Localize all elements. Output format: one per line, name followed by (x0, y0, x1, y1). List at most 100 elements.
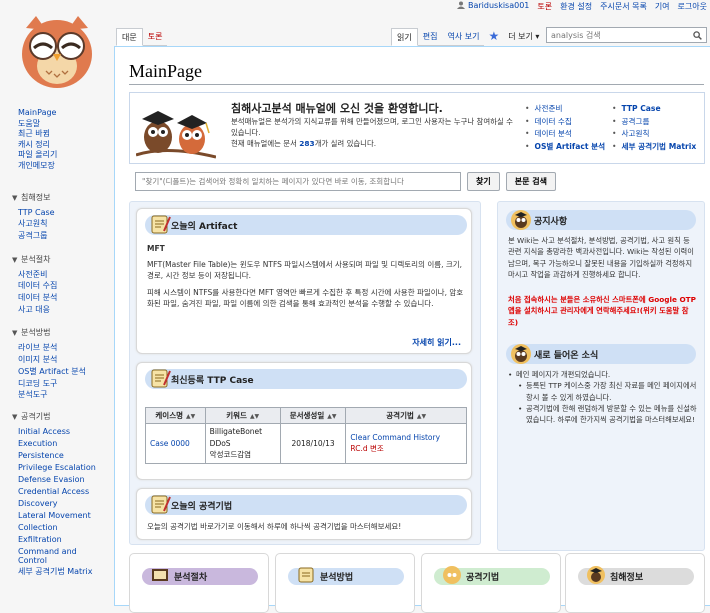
case-link[interactable]: Case 0000 (150, 439, 190, 448)
sidebar-section-technique: ▼ 공격기법 Initial Access Execution Persisten… (0, 411, 112, 578)
sidebar-item[interactable]: Initial Access (18, 427, 70, 436)
sidebar-item[interactable]: Discovery (18, 499, 58, 508)
sidebar-item[interactable]: Execution (18, 439, 57, 448)
sidebar-item[interactable]: 사고 대응 (18, 305, 50, 314)
sidebar-section-title[interactable]: ▼ 분석방법 (0, 327, 112, 339)
doc-count-link[interactable]: 283 (299, 139, 314, 148)
sidebar-item-purge-cache[interactable]: 캐시 정리 (18, 140, 50, 149)
welcome-link[interactable]: 사전준비 (534, 104, 562, 113)
sidebar-section-title[interactable]: ▼ 침해정보 (0, 192, 112, 204)
sidebar-item[interactable]: 데이터 분석 (18, 293, 57, 302)
logout-link[interactable]: 로그아웃 (678, 1, 707, 12)
fulltext-search-button[interactable]: 본문 검색 (505, 172, 556, 191)
page-search-row: 찾기 본문 검색 (135, 172, 556, 191)
book-icon (152, 569, 168, 581)
divider (129, 84, 704, 85)
sidebar-item-help[interactable]: 도움말 (18, 119, 40, 128)
portal-technique[interactable]: 공격기법 (421, 553, 561, 613)
artifact-heading: 오늘의 Artifact (145, 215, 467, 235)
welcome-link[interactable]: 공격그룹 (621, 117, 649, 126)
sidebar-item[interactable]: OS별 Artifact 분석 (18, 367, 86, 376)
sidebar-item-upload[interactable]: 파일 올리기 (18, 150, 57, 159)
sidebar-section-procedure: ▼ 분석절차 사전준비 데이터 수집 데이터 분석 사고 대응 (0, 254, 112, 316)
column-header[interactable]: 키워드 ▲▼ (204, 407, 281, 424)
chevron-down-icon: ▼ (12, 413, 18, 421)
contributions-link[interactable]: 기여 (655, 1, 670, 12)
tab-history[interactable]: 역사 보기 (442, 28, 485, 46)
ttp-table: 케이스명 ▲▼ 키워드 ▲▼ 문서생성일 ▲▼ 공격기법 ▲▼ Case 0000 Bi… (145, 407, 467, 464)
technique-link[interactable]: Clear Command History (350, 433, 440, 442)
sidebar-item[interactable]: Lateral Movement (18, 511, 91, 520)
sidebar: MainPage 도움말 최근 바뀜 캐시 정리 파일 올리기 개인메모장 ▼ 침… (0, 108, 112, 578)
search-icon[interactable] (693, 30, 702, 40)
welcome-description: 분석매뉴얼은 분석가의 지식교류를 위해 만들어졌으며, 로그인 사용자는 누구… (231, 117, 513, 137)
sidebar-item[interactable]: 라이브 분석 (18, 343, 57, 352)
chevron-down-icon: ▼ (12, 193, 18, 202)
sidebar-item-mainpage[interactable]: MainPage (18, 108, 56, 117)
sidebar-item-recent-changes[interactable]: 최근 바뀜 (18, 129, 50, 138)
tab-edit[interactable]: 편집 (417, 28, 443, 46)
artifact-card: 오늘의 Artifact MFT MFT(Master File Table)는… (136, 208, 472, 354)
sidebar-item[interactable]: Privilege Escalation (18, 463, 96, 472)
sidebar-item[interactable]: 이미지 분석 (18, 355, 57, 364)
tab-main[interactable]: 대문 (116, 28, 143, 46)
personal-tools: Bariduskisa001 토론 환경 설정 주시문서 목록 기여 로그아웃 (457, 1, 707, 12)
welcome-links-right: TTP Case 공격그룹 사고원칙 세부 공격기법 Matrix (612, 103, 696, 154)
talk-link[interactable]: 토론 (537, 1, 552, 12)
sidebar-item[interactable]: 사고원칙 (18, 219, 47, 228)
sidebar-item[interactable]: 사전준비 (18, 270, 47, 279)
page-search-input[interactable] (135, 172, 461, 191)
sidebar-item[interactable]: Persistence (18, 451, 64, 460)
welcome-link[interactable]: 데이터 분석 (534, 129, 571, 138)
column-header[interactable]: 케이스명 ▲▼ (145, 407, 206, 424)
owl-logo[interactable] (16, 8, 98, 92)
doc-count-suffix: 개가 실려 있습니다. (314, 139, 377, 148)
sidebar-item[interactable]: 데이터 수집 (18, 281, 57, 290)
namespace-tabs: 대문 토론 (116, 28, 168, 46)
search-input[interactable] (551, 30, 691, 40)
portal-title: 침해정보 (610, 573, 644, 583)
go-button[interactable]: 찾기 (467, 172, 500, 191)
sidebar-item[interactable]: Exfiltration (18, 535, 62, 544)
tab-read[interactable]: 읽기 (391, 28, 418, 46)
technique-link[interactable]: RC.d 변조 (350, 444, 383, 453)
username-link[interactable]: Bariduskisa001 (468, 1, 529, 10)
welcome-link[interactable]: 데이터 수집 (534, 117, 571, 126)
column-header[interactable]: 공격기법 ▲▼ (345, 407, 467, 424)
portal-procedure[interactable]: 분석절차 (129, 553, 269, 613)
portal-method[interactable]: 분석방법 (275, 553, 415, 613)
sidebar-item-memo[interactable]: 개인메모장 (18, 161, 55, 170)
artifact-heading-text: 오늘의 Artifact (171, 221, 238, 232)
welcome-link[interactable]: TTP Case (621, 104, 660, 113)
sidebar-item[interactable]: Command and Control (18, 547, 77, 565)
welcome-links-left: 사전준비 데이터 수집 데이터 분석 OS별 Artifact 분석 (525, 103, 605, 154)
sidebar-item[interactable]: 세부 공격기법 Matrix (18, 567, 92, 576)
more-menu[interactable]: 더 보기 ▾ (503, 28, 544, 46)
read-more-link[interactable]: 자세히 읽기... (412, 337, 461, 348)
sidebar-item[interactable]: 공격그룹 (18, 231, 47, 240)
sidebar-item[interactable]: Credential Access (18, 487, 89, 496)
artifact-subtitle: MFT (147, 244, 165, 253)
sidebar-item[interactable]: 분석도구 (18, 390, 47, 399)
technique-text: 오늘의 공격기법 바로가기로 이동해서 하루에 하나씩 공격기법을 마스터해보세… (147, 522, 402, 531)
welcome-link[interactable]: OS별 Artifact 분석 (534, 142, 605, 151)
tab-talk[interactable]: 토론 (142, 28, 168, 46)
list-item: 메인 페이지가 개편되었습니다. (506, 369, 698, 381)
artifact-paragraph: MFT(Master File Table)는 윈도우 NTFS 파일시스템에서… (147, 259, 463, 281)
sidebar-item[interactable]: Defense Evasion (18, 475, 85, 484)
sidebar-section-title[interactable]: ▼ 공격기법 (0, 411, 112, 423)
user-link[interactable]: Bariduskisa001 (457, 1, 529, 12)
welcome-link[interactable]: 사고원칙 (621, 129, 649, 138)
sidebar-item[interactable]: 디코딩 도구 (18, 379, 57, 388)
sidebar-section-title[interactable]: ▼ 분석절차 (0, 254, 112, 266)
technique-heading-text: 오늘의 공격기법 (171, 501, 233, 512)
sidebar-item[interactable]: TTP Case (18, 208, 55, 217)
welcome-link[interactable]: 세부 공격기법 Matrix (621, 142, 696, 151)
watchlist-link[interactable]: 주시문서 목록 (600, 1, 647, 12)
column-header[interactable]: 문서생성일 ▲▼ (279, 407, 347, 424)
portal-incident[interactable]: 침해정보 (565, 553, 705, 613)
sidebar-item[interactable]: Collection (18, 523, 58, 532)
preferences-link[interactable]: 환경 설정 (560, 1, 592, 12)
owl-badge-icon (511, 344, 531, 364)
watch-star-icon[interactable]: ★ (484, 28, 503, 46)
